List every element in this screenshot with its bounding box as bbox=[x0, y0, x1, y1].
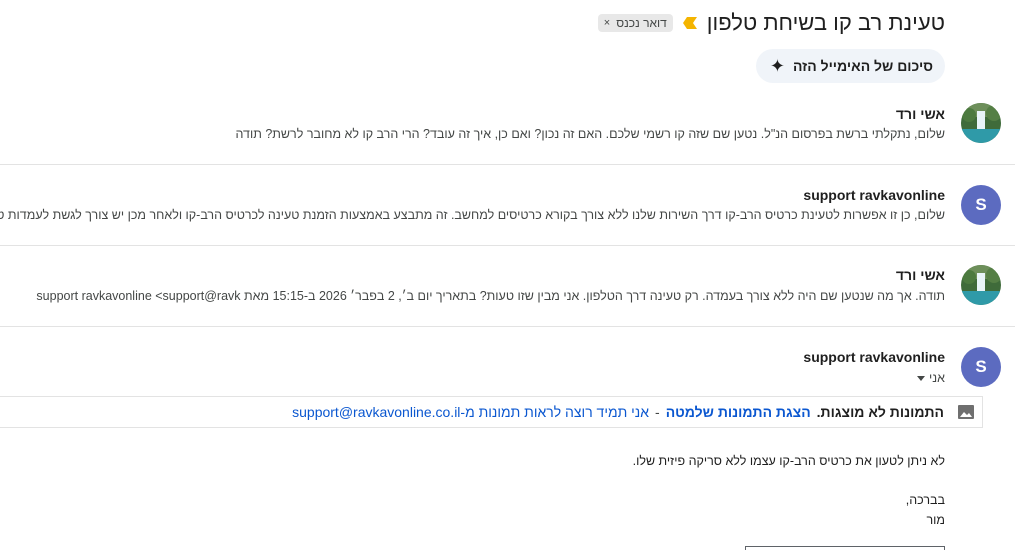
subject-row: טעינת רב קו בשיחת טלפון דואר נכנס × bbox=[598, 10, 946, 36]
sparkle-icon: ✦ bbox=[770, 56, 786, 76]
divider bbox=[0, 164, 1016, 165]
body-greeting: בברכה, bbox=[906, 493, 946, 507]
avatar: S bbox=[962, 347, 1002, 387]
inbox-label-text: דואר נכנס bbox=[617, 16, 668, 30]
thread-subject: טעינת רב קו בשיחת טלפון bbox=[707, 10, 946, 35]
body-line: לא ניתן לטעון את כרטיס הרב-קו עצמו ללא ס… bbox=[633, 454, 946, 468]
importance-marker-icon[interactable] bbox=[683, 16, 698, 30]
quoted-content-box bbox=[746, 546, 946, 550]
inbox-label-chip[interactable]: דואר נכנס × bbox=[598, 14, 674, 32]
sender-name[interactable]: support ravkavonline bbox=[804, 349, 946, 365]
summarize-email-button[interactable]: סיכום של האימייל הזה ✦ bbox=[756, 49, 946, 83]
remove-label-icon[interactable]: × bbox=[605, 17, 611, 29]
recipient-details-toggle[interactable]: אני bbox=[918, 371, 946, 385]
message-snippet: שלום, נתקלתי ברשת בפרסום הנ"ל. נטען שם ש… bbox=[236, 127, 947, 141]
avatar: S bbox=[962, 185, 1002, 225]
images-blocked-notice: התמונות לא מוצגות. הצגת התמונות שלמטה - … bbox=[0, 396, 984, 428]
avatar bbox=[962, 265, 1002, 305]
sender-name: support ravkavonline bbox=[804, 187, 946, 203]
separator: - bbox=[656, 404, 661, 420]
chevron-down-icon bbox=[918, 375, 927, 381]
divider bbox=[0, 326, 1016, 327]
summarize-label: סיכום של האימייל הזה bbox=[793, 58, 934, 74]
always-show-images-link[interactable]: אני תמיד רוצה לראות תמונות מ-support@rav… bbox=[293, 404, 650, 420]
sender-name: אשי ורד bbox=[896, 267, 946, 283]
message-snippet: שלום, כן זו אפשרות לטעינת כרטיס הרב-קו ד… bbox=[0, 208, 946, 222]
message-snippet: תודה. אך מה שנטען שם היה ללא צורך בעמדה.… bbox=[37, 289, 946, 303]
avatar bbox=[962, 103, 1002, 143]
recipient-label: אני bbox=[930, 371, 946, 385]
sender-name: אשי ורד bbox=[896, 106, 946, 122]
image-icon bbox=[959, 405, 975, 419]
images-hidden-text: התמונות לא מוצגות. bbox=[817, 404, 945, 420]
show-images-link[interactable]: הצגת התמונות שלמטה bbox=[667, 404, 812, 420]
divider bbox=[0, 245, 1016, 246]
body-signature: מור bbox=[927, 513, 946, 527]
